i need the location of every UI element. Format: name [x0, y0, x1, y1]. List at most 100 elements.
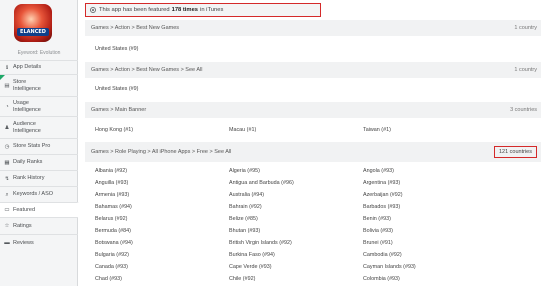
sidebar: ELANCED Eyeword: Evolution ℹ App Details ▤…	[0, 0, 79, 286]
country-rank: Botswana (#94)	[95, 240, 133, 246]
country-rank: Bulgaria (#92)	[95, 252, 129, 258]
section-header[interactable]: Games > Action > Best New Games 1 countr…	[85, 20, 541, 36]
feature-section-2: Games > Action > Best New Games > See Al…	[85, 62, 541, 95]
country-rank: Bhutan (#93)	[229, 228, 261, 234]
section-path: Games > Role Playing > All iPhone Apps >…	[91, 149, 232, 155]
country-rank: Benin (#93)	[363, 216, 391, 222]
country-rank: Armenia (#93)	[95, 192, 130, 198]
country-rank: Barbados (#93)	[363, 204, 401, 210]
keywords-icon: ⌕	[5, 191, 9, 198]
sidebar-item-featured[interactable]: ▭ Featured	[0, 202, 79, 217]
app-icon-logo-text: ELANCED	[17, 28, 49, 36]
country-rank: Algeria (#95)	[229, 168, 260, 174]
sidebar-item-label: Keywords / ASO	[13, 191, 54, 197]
sidebar-item-usage-intelligence[interactable]: ◔ Usage Intelligence	[0, 96, 78, 116]
country-rank: Brunei (#91)	[363, 240, 393, 246]
banner-prefix: This app has been featured	[99, 7, 170, 13]
section-header[interactable]: Games > Role Playing > All iPhone Apps >…	[85, 142, 541, 162]
sidebar-item-rank-history[interactable]: ↯ Rank History	[0, 170, 78, 186]
app-icon: ELANCED	[14, 4, 52, 42]
country-rank: Belarus (#92)	[95, 216, 128, 222]
info-icon: ℹ	[5, 64, 9, 71]
country-row: Armenia (#93) Australia (#94) Azerbaijan (…	[95, 189, 541, 201]
sidebar-item-keywords-aso[interactable]: ⌕ Keywords / ASO	[0, 186, 78, 202]
section-rows: Albania (#92) Algeria (#95) Angola (#93) An…	[85, 162, 541, 285]
country-rank: Hong Kong (#1)	[95, 127, 134, 133]
country-rank: United States (#9)	[95, 46, 139, 52]
feature-section-4: Games > Role Playing > All iPhone Apps >…	[85, 142, 541, 285]
country-rank: Macau (#1)	[229, 127, 257, 133]
country-rank: Chile (#92)	[229, 276, 256, 282]
country-rank: Bolivia (#93)	[363, 228, 393, 234]
star-icon: ☆	[4, 223, 10, 229]
sidebar-nav: ℹ App Details ▤ Store Intelligence ◔ Usage In…	[0, 60, 79, 251]
country-row: Albania (#92) Algeria (#95) Angola (#93)	[95, 165, 541, 177]
sidebar-item-store-stats-pro[interactable]: ◷ Store Stats Pro	[0, 138, 78, 154]
country-row: United States (#9)	[95, 83, 541, 95]
country-rank: British Virgin Islands (#92)	[229, 240, 292, 246]
sidebar-item-label: Rank History	[13, 175, 45, 181]
country-row: Botswana (#94) British Virgin Islands (#9…	[95, 237, 541, 249]
country-rank: Azerbaijan (#92)	[363, 192, 403, 198]
main-content: This app has been featured 178 times in …	[79, 0, 546, 286]
section-count: 1 country	[514, 25, 537, 31]
usage-icon: ◔	[5, 103, 9, 110]
country-rank: Burkina Faso (#94)	[229, 252, 275, 258]
country-rank: Antigua and Barbuda (#96)	[229, 180, 294, 186]
sidebar-item-label: Audience Intelligence	[13, 120, 41, 134]
country-row: Hong Kong (#1) Macau (#1) Taiwan (#1)	[95, 124, 541, 136]
country-row: Anguilla (#93) Antigua and Barbuda (#96) A…	[95, 177, 541, 189]
sidebar-item-label: Usage Intelligence	[13, 99, 41, 113]
sidebar-item-reviews[interactable]: ▬ Reviews	[0, 234, 78, 251]
country-rank: Bermuda (#84)	[95, 228, 131, 234]
sidebar-item-ratings[interactable]: ☆ Ratings	[0, 217, 78, 234]
country-row: Chad (#93) Chile (#92) Colombia (#93)	[95, 273, 541, 285]
section-count: 121 countries	[493, 146, 537, 158]
section-header[interactable]: Games > Action > Best New Games > See Al…	[85, 62, 541, 78]
country-row: Bahamas (#94) Bahrain (#92) Barbados (#93)	[95, 201, 541, 213]
country-rank: Argentina (#93)	[363, 180, 401, 186]
ranks-icon: ▦	[4, 159, 10, 166]
country-rank: Belize (#85)	[229, 216, 258, 222]
section-header[interactable]: Games > Main Banner 3 countries	[85, 102, 541, 118]
reviews-icon: ▬	[4, 240, 10, 246]
sidebar-item-app-details[interactable]: ℹ App Details	[0, 60, 78, 74]
history-icon: ↯	[4, 175, 10, 182]
sidebar-item-daily-ranks[interactable]: ▦ Daily Ranks	[0, 154, 78, 170]
country-rank: Colombia (#93)	[363, 276, 400, 282]
country-row: Bulgaria (#92) Burkina Faso (#94) Cambodia…	[95, 249, 541, 261]
sidebar-item-label: Store Stats Pro	[13, 143, 51, 149]
country-rank: Taiwan (#1)	[363, 127, 391, 133]
country-rank: Cayman Islands (#93)	[363, 264, 416, 270]
sidebar-item-label: App Details	[13, 64, 42, 70]
country-rank: Bahamas (#94)	[95, 204, 132, 210]
stats-icon: ◷	[4, 143, 10, 150]
sidebar-item-label: Store Intelligence	[13, 78, 41, 92]
country-row: Bermuda (#84) Bhutan (#93) Bolivia (#93)	[95, 225, 541, 237]
sidebar-item-label: Daily Ranks	[13, 159, 43, 165]
country-rank: Bahrain (#92)	[229, 204, 262, 210]
banner-suffix: in iTunes	[200, 7, 224, 13]
section-count: 1 country	[514, 67, 537, 73]
feature-section-1: Games > Action > Best New Games 1 countr…	[85, 20, 541, 55]
banner-count: 178 times	[171, 7, 199, 13]
country-rank: Australia (#94)	[229, 192, 265, 198]
country-row: United States (#9)	[95, 43, 541, 55]
app-name: Eyeword: Evolution	[17, 50, 61, 56]
audience-icon: ♟	[4, 124, 10, 131]
country-rank: Albania (#92)	[95, 168, 128, 174]
country-rank: Chad (#93)	[95, 276, 122, 282]
feature-section-3: Games > Main Banner 3 countries Hong Kon…	[85, 102, 541, 136]
country-rank: Angola (#93)	[363, 168, 394, 174]
sidebar-item-audience-intelligence[interactable]: ♟ Audience Intelligence	[0, 116, 78, 138]
sidebar-item-store-intelligence[interactable]: ▤ Store Intelligence	[0, 74, 78, 96]
sidebar-item-label: Featured	[13, 206, 36, 213]
store-icon: ▤	[4, 82, 10, 89]
featured-banner: This app has been featured 178 times in …	[85, 3, 321, 17]
new-ribbon-icon	[0, 75, 5, 80]
country-rank: Cambodia (#92)	[363, 252, 402, 258]
featured-icon: ▭	[4, 207, 10, 213]
section-rows: United States (#9)	[85, 78, 541, 95]
country-rank: Canada (#93)	[95, 264, 128, 270]
section-rows: United States (#9)	[85, 36, 541, 55]
